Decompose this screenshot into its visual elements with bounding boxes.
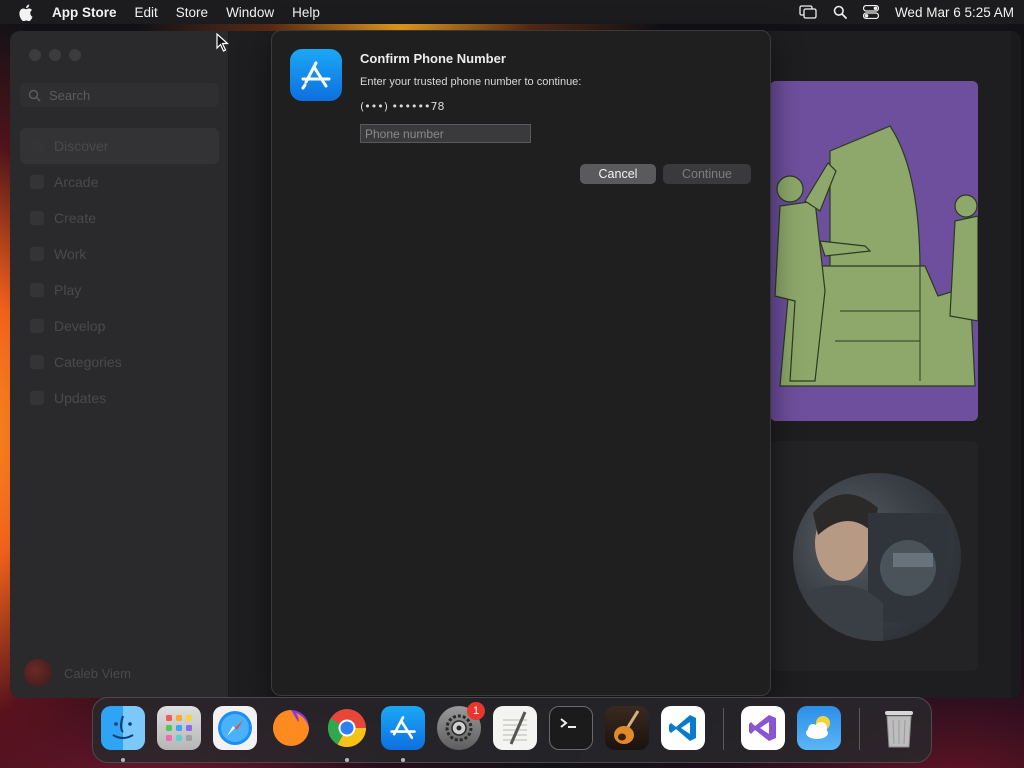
dock: 1 — [92, 697, 932, 763]
search-icon — [28, 89, 41, 102]
scrollbar[interactable] — [1011, 31, 1021, 698]
textedit-icon[interactable] — [493, 706, 537, 750]
sidebar-item-label: Categories — [54, 354, 122, 370]
search-field[interactable]: Search — [20, 83, 219, 107]
account-name: Caleb Viem — [64, 665, 131, 681]
minimize-window-button[interactable] — [49, 49, 61, 61]
mouse-cursor-icon — [216, 32, 230, 58]
featured-illustration-card[interactable] — [770, 81, 978, 421]
sidebar-item-updates[interactable]: Updates — [20, 380, 219, 416]
updates-icon — [30, 391, 44, 405]
sidebar: Search Discover Arcade Create Work Play … — [10, 31, 229, 698]
app-store-dock-icon[interactable] — [381, 706, 425, 750]
sidebar-item-label: Develop — [54, 318, 106, 334]
play-icon — [30, 283, 44, 297]
sidebar-item-label: Play — [54, 282, 82, 298]
continue-button[interactable]: Continue — [663, 164, 751, 184]
sidebar-item-arcade[interactable]: Arcade — [20, 164, 219, 200]
sidebar-item-label: Create — [54, 210, 97, 226]
character-portrait-image — [793, 473, 961, 641]
categories-icon — [30, 355, 44, 369]
screen-mirroring-icon[interactable] — [799, 5, 817, 19]
dialog-title: Confirm Phone Number — [360, 51, 506, 66]
sidebar-item-label: Arcade — [54, 174, 99, 190]
masked-phone-number: (•••) ••••••78 — [360, 100, 445, 113]
chrome-icon[interactable] — [325, 706, 369, 750]
spotlight-search-icon[interactable] — [833, 5, 847, 19]
sidebar-nav: Discover Arcade Create Work Play Develop… — [20, 128, 219, 416]
cancel-button[interactable]: Cancel — [580, 164, 656, 184]
chrome-running-indicator — [345, 758, 349, 762]
menu-help[interactable]: Help — [292, 5, 320, 20]
dialog-subtitle: Enter your trusted phone number to conti… — [360, 76, 582, 88]
dock-separator — [723, 708, 724, 750]
sidebar-item-label: Discover — [54, 138, 109, 154]
work-icon — [30, 247, 44, 261]
menu-clock[interactable]: Wed Mar 6 5:25 AM — [895, 5, 1014, 20]
search-placeholder: Search — [49, 87, 91, 103]
arcade-icon — [30, 175, 44, 189]
window-controls — [29, 49, 81, 61]
sidebar-item-label: Work — [54, 246, 87, 262]
notification-badge: 1 — [467, 702, 485, 720]
menu-store[interactable]: Store — [176, 5, 208, 20]
launchpad-icon[interactable] — [157, 706, 201, 750]
develop-icon — [30, 319, 44, 333]
sidebar-item-play[interactable]: Play — [20, 272, 219, 308]
firefox-icon[interactable] — [269, 706, 313, 750]
sidebar-item-categories[interactable]: Categories — [20, 344, 219, 380]
sidebar-item-discover[interactable]: Discover — [20, 128, 219, 164]
vscode-icon[interactable] — [661, 706, 705, 750]
weather-icon[interactable] — [797, 706, 841, 750]
finder-icon[interactable] — [101, 706, 145, 750]
menu-window[interactable]: Window — [226, 5, 274, 20]
zoom-window-button[interactable] — [69, 49, 81, 61]
sidebar-item-work[interactable]: Work — [20, 236, 219, 272]
safari-icon[interactable] — [213, 706, 257, 750]
sidebar-item-label: Updates — [54, 390, 107, 406]
menu-bar: App Store Edit Store Window Help Wed Mar… — [0, 0, 1024, 24]
app-store-running-indicator — [401, 758, 405, 762]
terminal-icon[interactable] — [549, 706, 593, 750]
account-button[interactable]: Caleb Viem — [24, 659, 131, 687]
dock-separator — [859, 708, 860, 750]
garageband-icon[interactable] — [605, 706, 649, 750]
close-window-button[interactable] — [29, 49, 41, 61]
sidebar-item-develop[interactable]: Develop — [20, 308, 219, 344]
system-settings-icon[interactable]: 1 — [437, 702, 485, 750]
create-icon — [30, 211, 44, 225]
control-center-icon[interactable] — [862, 5, 879, 19]
menu-app-name[interactable]: App Store — [52, 5, 117, 20]
discover-icon — [30, 139, 44, 153]
menu-edit[interactable]: Edit — [135, 5, 158, 20]
apple-menu-icon[interactable] — [18, 3, 36, 21]
sidebar-item-create[interactable]: Create — [20, 200, 219, 236]
phone-number-field[interactable] — [360, 124, 531, 143]
trash-icon[interactable] — [877, 706, 921, 750]
visual-studio-icon[interactable] — [741, 706, 785, 750]
illustration-image — [770, 81, 978, 421]
avatar — [24, 659, 52, 687]
finder-running-indicator — [121, 758, 125, 762]
confirm-phone-dialog: Confirm Phone Number Enter your trusted … — [271, 30, 771, 696]
app-store-icon — [290, 49, 342, 101]
